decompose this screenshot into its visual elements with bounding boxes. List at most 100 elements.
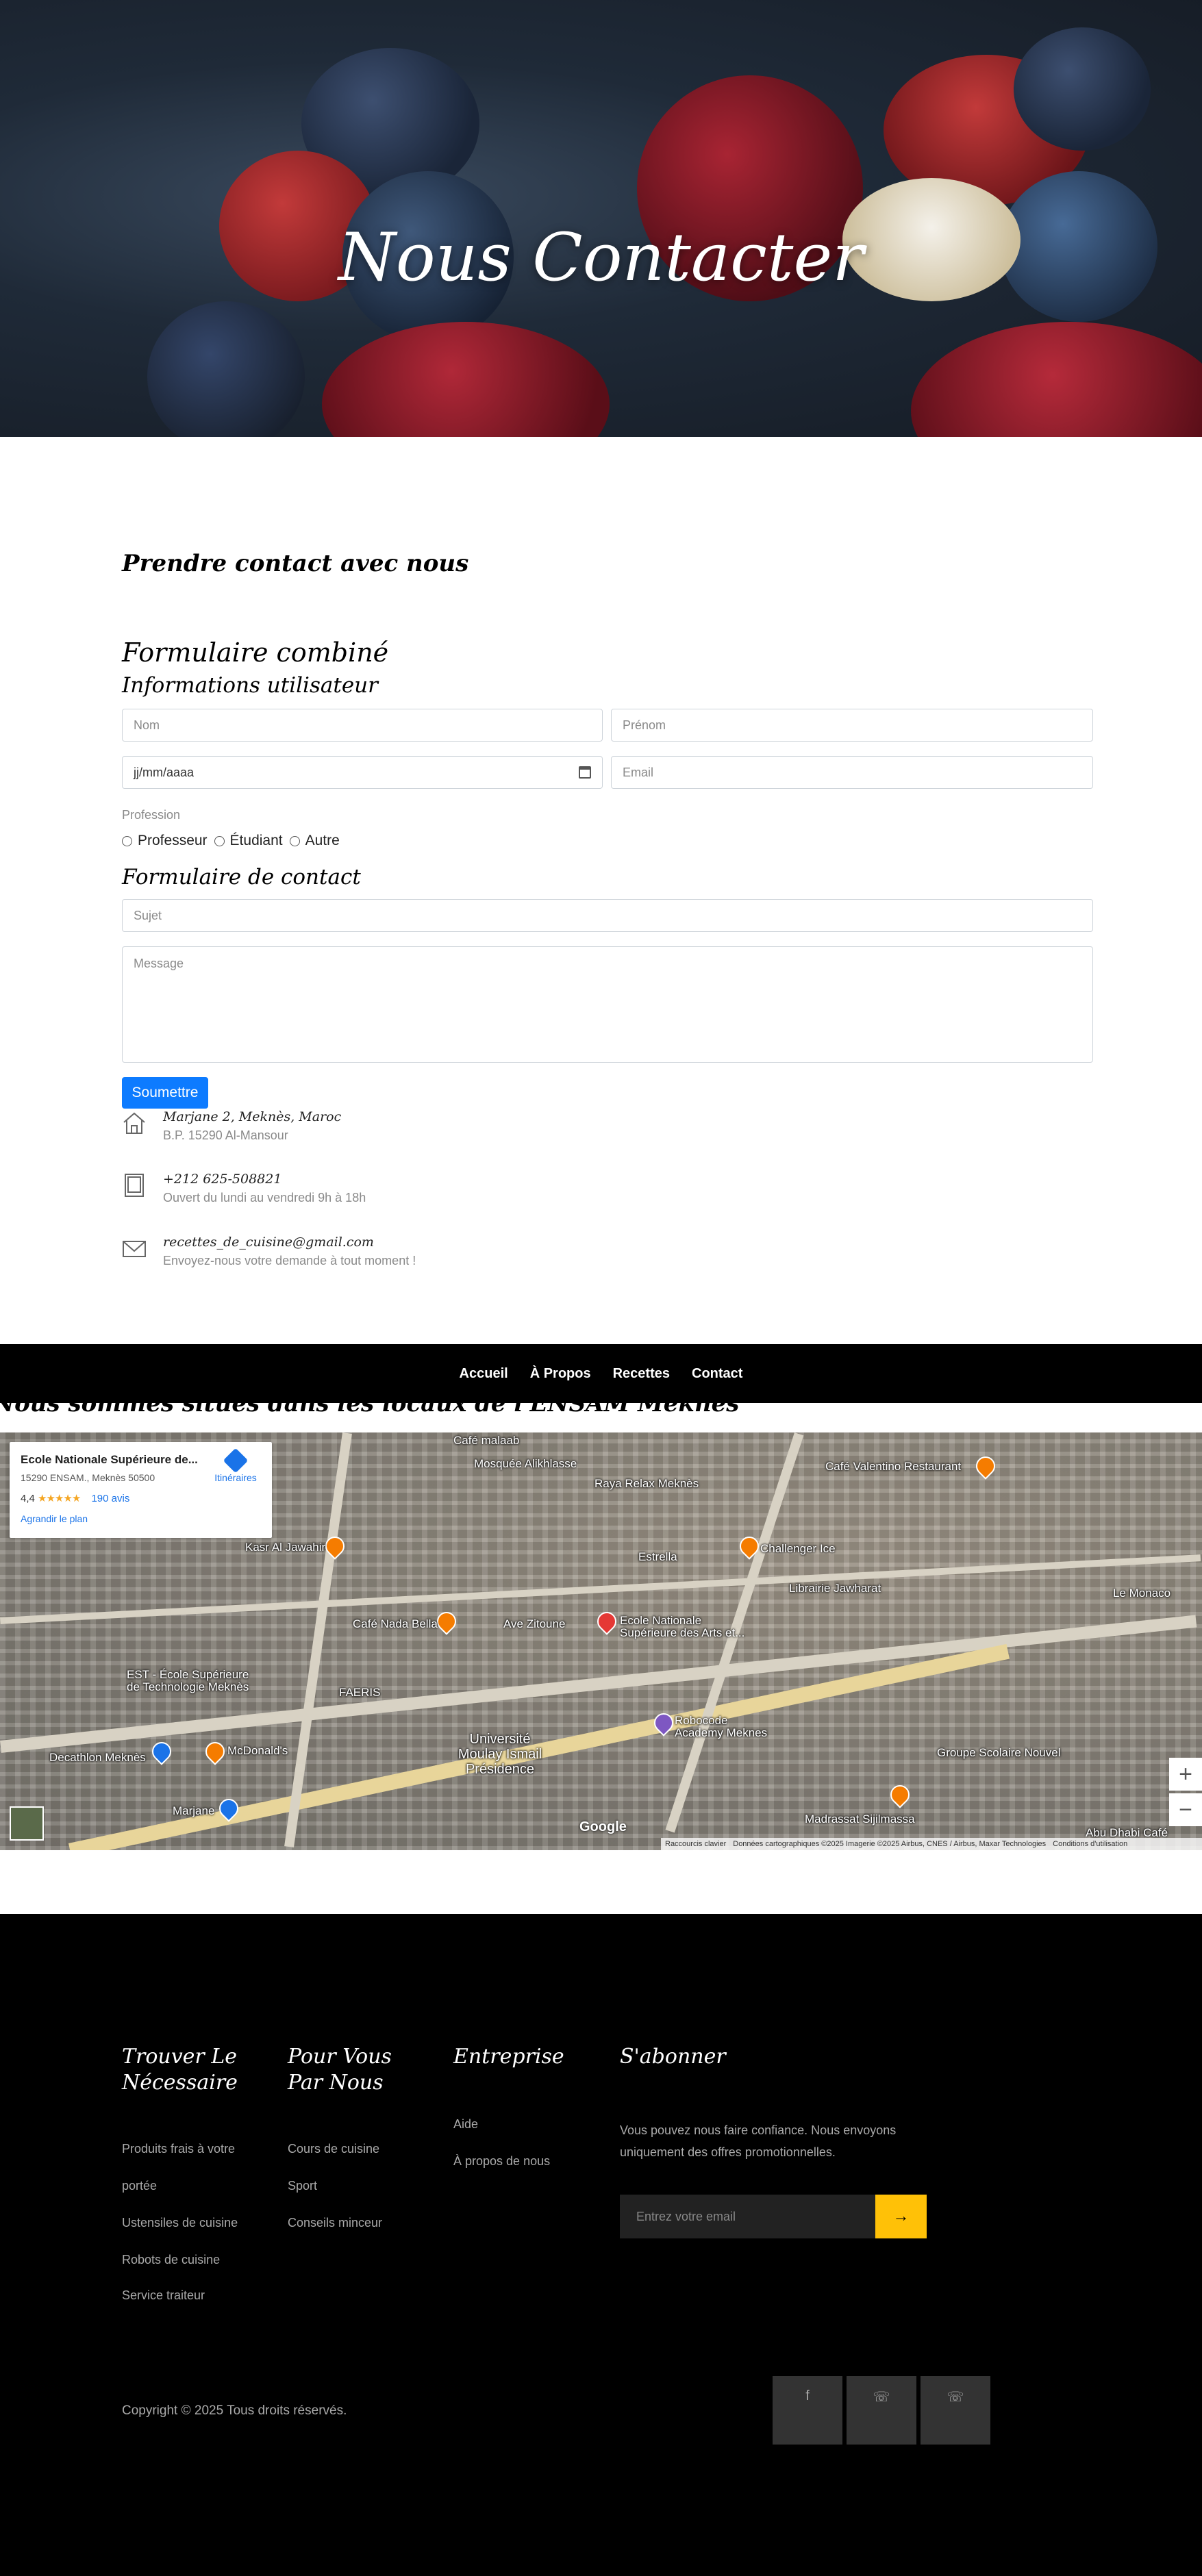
radio-etudiant[interactable]: [214, 835, 225, 846]
store-pin-icon[interactable]: [148, 1738, 175, 1765]
calendar-icon[interactable]: [579, 766, 591, 779]
map-label: Mosquée Alikhlasse: [474, 1457, 577, 1470]
postal-line: B.P. 15290 Al-Mansour: [163, 1128, 288, 1142]
map-label: Ecole Nationale Supérieure des Arts et..…: [620, 1614, 745, 1639]
restaurant-pin-icon[interactable]: [972, 1452, 999, 1480]
zoom-in-button[interactable]: +: [1169, 1758, 1202, 1791]
map-label: Ave Zitoune: [503, 1617, 566, 1630]
footer-link[interactable]: Sport: [288, 2179, 317, 2193]
user-info-title: Informations utilisateur: [122, 673, 378, 698]
subscribe-email-input[interactable]: Entrez votre email: [620, 2195, 875, 2238]
map-label: Café Nada Bella: [353, 1617, 438, 1630]
radio-label-autre: Autre: [305, 833, 340, 848]
contact-form-title: Formulaire de contact: [122, 865, 361, 889]
hours-line: Ouvert du lundi au vendredi 9h à 18h: [163, 1191, 366, 1204]
profession-radios: Professeur Étudiant Autre: [122, 833, 340, 849]
satellite-toggle[interactable]: [10, 1806, 44, 1841]
terms-link[interactable]: Conditions d'utilisation: [1053, 1840, 1127, 1848]
map-label: Café Valentino Restaurant: [825, 1460, 962, 1473]
map-label: EST - École Supérieure de Technologie Me…: [127, 1668, 249, 1693]
keyboard-shortcuts-link[interactable]: Raccourcis clavier: [665, 1840, 726, 1848]
map-label: Café malaab: [453, 1434, 520, 1447]
map-label: Robocode Academy Meknes: [675, 1714, 768, 1739]
date-input[interactable]: jj/mm/aaaa: [122, 756, 603, 789]
radio-autre[interactable]: [289, 835, 300, 846]
message-textarea[interactable]: Message: [122, 946, 1093, 1063]
map-label: Université Moulay Ismail Présidence: [458, 1732, 542, 1777]
footer-col4-title: S'abonner: [620, 2045, 726, 2069]
footer-link[interactable]: Cours de cuisine: [288, 2142, 379, 2156]
nav-recettes[interactable]: Recettes: [613, 1366, 670, 1382]
profession-label: Profession: [122, 808, 181, 822]
info-email: recettes_de_cuisine@gmail.com Envoyez-no…: [122, 1235, 670, 1283]
footer-link[interactable]: Robots de cuisine: [122, 2253, 220, 2267]
map-label: Marjane: [173, 1804, 215, 1817]
rating-value: 4,4: [21, 1493, 35, 1504]
map-attribution: Raccourcis clavier Données cartographiqu…: [661, 1838, 1202, 1850]
map-label: Estrella: [638, 1550, 677, 1563]
phone-line: +212 625-508821: [163, 1172, 282, 1187]
info-phone: +212 625-508821 Ouvert du lundi au vendr…: [122, 1172, 670, 1220]
map-label: Raya Relax Meknès: [594, 1477, 699, 1490]
submit-button[interactable]: Soumettre: [122, 1077, 208, 1109]
sujet-input[interactable]: Sujet: [122, 899, 1093, 932]
whatsapp-icon[interactable]: ☏: [847, 2376, 916, 2445]
map-label: McDonald's: [227, 1744, 288, 1757]
footer-link[interactable]: portée: [122, 2179, 157, 2193]
lead-title: Prendre contact avec nous: [122, 550, 469, 577]
site-footer: Trouver Le Nécessaire Produits frais à v…: [0, 1914, 1202, 2576]
envelope-icon: [123, 1241, 146, 1257]
nav-a-propos[interactable]: À Propos: [530, 1366, 591, 1382]
directions-label: Itinéraires: [214, 1472, 257, 1483]
footer-col3-title: Entreprise: [453, 2045, 564, 2069]
map-label: Le Monaco: [1113, 1587, 1171, 1600]
nav-accueil[interactable]: Accueil: [460, 1366, 508, 1382]
directions-icon: [223, 1448, 249, 1474]
address-line: Marjane 2, Meknès, Maroc: [163, 1109, 342, 1124]
email-input[interactable]: Email: [611, 756, 1093, 789]
hero-title: Nous Contacter: [338, 219, 864, 296]
prenom-input[interactable]: Prénom: [611, 709, 1093, 742]
place-rating: 4,4 ★★★★★ 190 avis: [21, 1492, 129, 1504]
map-data-credit: Données cartographiques ©2025 Imagerie ©…: [733, 1840, 1047, 1848]
radio-label-etudiant: Étudiant: [229, 833, 283, 848]
map-place-card: Ecole Nationale Supérieure de... 15290 E…: [10, 1442, 272, 1538]
radio-professeur[interactable]: [122, 835, 132, 846]
footer-col2-title: Pour Vous Par Nous: [288, 2045, 392, 2095]
whatsapp-icon[interactable]: ☏: [921, 2376, 990, 2445]
reviews-link[interactable]: 190 avis: [91, 1493, 129, 1504]
radio-label-professeur: Professeur: [138, 833, 208, 848]
place-name: Ecole Nationale Supérieure de...: [21, 1453, 198, 1466]
footer-link[interactable]: Ustensiles de cuisine: [122, 2216, 238, 2230]
footer-col1-title: Trouver Le Nécessaire: [122, 2045, 238, 2095]
map-label: Groupe Scolaire Nouvel: [937, 1746, 1061, 1759]
footer-link[interactable]: À propos de nous: [453, 2154, 550, 2169]
restaurant-pin-icon[interactable]: [201, 1738, 229, 1765]
location-pin-icon[interactable]: [593, 1608, 621, 1635]
form-title: Formulaire combiné: [122, 637, 389, 668]
map-label: Kasr Al Jawahir: [245, 1541, 326, 1554]
footer-link[interactable]: Conseils minceur: [288, 2216, 382, 2230]
place-address: 15290 ENSAM., Meknès 50500: [21, 1472, 155, 1483]
directions-button[interactable]: Itinéraires: [208, 1448, 263, 1483]
footer-link[interactable]: Aide: [453, 2117, 478, 2132]
nom-input[interactable]: Nom: [122, 709, 603, 742]
enlarge-map-link[interactable]: Agrandir le plan: [21, 1513, 88, 1524]
home-icon: [123, 1112, 145, 1134]
map-label: Librairie Jawharat: [789, 1582, 881, 1595]
footer-link[interactable]: Service traiteur: [122, 2288, 205, 2303]
embedded-map[interactable]: Café malaab Mosquée Alikhlasse Raya Rela…: [0, 1432, 1202, 1850]
email-line: recettes_de_cuisine@gmail.com: [163, 1235, 374, 1250]
hero-banner: Nous Contacter: [0, 0, 1202, 437]
subscribe-arrow-icon[interactable]: →: [875, 2195, 927, 2238]
nav-contact[interactable]: Contact: [692, 1366, 742, 1382]
facebook-icon[interactable]: f: [773, 2376, 842, 2445]
google-logo: Google: [579, 1819, 627, 1834]
school-pin-icon[interactable]: [886, 1781, 914, 1808]
map-label: FAERIS: [339, 1686, 381, 1699]
subscribe-description: Vous pouvez nous faire confiance. Nous e…: [620, 2123, 897, 2159]
info-address: Marjane 2, Meknès, Maroc B.P. 15290 Al-M…: [122, 1109, 670, 1157]
footer-link[interactable]: Produits frais à votre: [122, 2142, 235, 2156]
date-placeholder: jj/mm/aaaa: [134, 765, 195, 779]
zoom-out-button[interactable]: −: [1169, 1793, 1202, 1826]
